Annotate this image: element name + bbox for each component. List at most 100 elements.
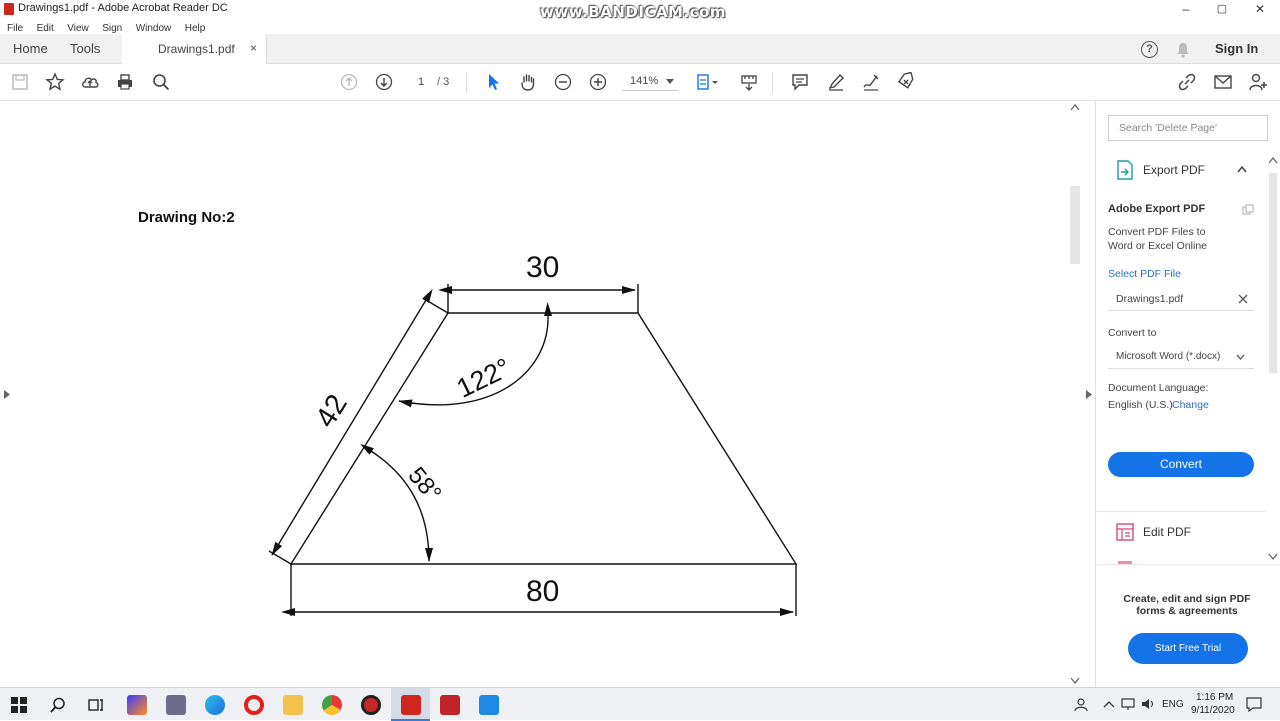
change-language-link[interactable]: Change [1172, 399, 1209, 411]
document-scrollbar[interactable] [1068, 101, 1082, 687]
bottom-dimension-label: 80 [526, 575, 560, 608]
title-bar: Drawings1.pdf - Adobe Acrobat Reader DC … [0, 0, 1280, 21]
bandicam-record-icon[interactable] [361, 695, 381, 715]
notifications-icon[interactable] [1246, 697, 1262, 712]
minimize-button[interactable]: – [1168, 0, 1204, 18]
right-panel-collapse[interactable] [1082, 101, 1096, 687]
chevron-up-icon[interactable] [1103, 700, 1115, 708]
highlight-pen-icon[interactable] [824, 70, 848, 94]
side-extension-top [425, 299, 449, 314]
zoom-out-icon[interactable] [551, 70, 575, 94]
chevron-up-icon[interactable] [1237, 166, 1247, 173]
language-indicator[interactable]: ENG [1162, 699, 1184, 710]
fit-page-icon[interactable] [692, 70, 722, 94]
previous-page-icon[interactable] [337, 70, 361, 94]
selected-file-field[interactable]: Drawings1.pdf [1108, 287, 1254, 311]
adobe-export-heading: Adobe Export PDF [1108, 203, 1206, 215]
bell-icon[interactable] [1175, 42, 1191, 58]
clock-time[interactable]: 1:16 PM [1196, 692, 1233, 703]
close-tab-button[interactable]: × [250, 41, 257, 55]
promo-text: Create, edit and sign PDF forms & agreem… [1123, 593, 1251, 617]
toolbar: 1 / 3 141% [0, 64, 1280, 101]
left-panel-toggle-icon[interactable] [4, 390, 10, 399]
chrome-browser-icon[interactable] [322, 695, 342, 715]
document-tab-label: Drawings1.pdf [158, 42, 235, 56]
volume-icon[interactable] [1141, 698, 1155, 710]
zoom-in-icon[interactable] [586, 70, 610, 94]
export-pdf-icon [1117, 160, 1133, 180]
scrollbar-thumb[interactable] [1070, 186, 1080, 264]
convert-format-select[interactable]: Microsoft Word (*.docx) [1108, 345, 1254, 369]
scroll-up-icon[interactable] [1268, 157, 1278, 164]
tool-search-input[interactable]: Search 'Delete Page' [1108, 115, 1268, 141]
tools-pane: Search 'Delete Page' Export PDF Adobe Ex… [1096, 101, 1280, 687]
task-view-icon[interactable] [88, 697, 104, 713]
acrobat-taskbar-button[interactable] [391, 688, 430, 721]
window-title: Drawings1.pdf - Adobe Acrobat Reader DC [18, 2, 228, 14]
sign-in-button[interactable]: Sign In [1215, 34, 1258, 64]
search-icon[interactable] [149, 70, 173, 94]
next-page-icon[interactable] [372, 70, 396, 94]
convert-to-label: Convert to [1108, 327, 1157, 339]
convert-button[interactable]: Convert [1108, 452, 1254, 477]
tab-document[interactable]: Drawings1.pdf × [122, 34, 267, 64]
close-window-button[interactable]: ✕ [1242, 0, 1278, 18]
page-number-input[interactable]: 1 [408, 74, 434, 90]
edit-pdf-tool[interactable]: Edit PDF [1143, 525, 1191, 539]
maximize-button[interactable]: ▢ [1204, 0, 1240, 18]
document-language-label: Document Language: [1108, 382, 1209, 394]
hand-tool-icon[interactable] [516, 70, 540, 94]
edge-browser-icon[interactable] [205, 695, 225, 715]
help-icon[interactable]: ? [1141, 41, 1158, 58]
scrollbar-thumb[interactable] [1269, 173, 1277, 373]
tab-home[interactable]: Home [13, 34, 48, 64]
email-icon[interactable] [1211, 70, 1235, 94]
copy-icon[interactable] [1242, 204, 1254, 215]
select-pdf-label: Select PDF File [1108, 268, 1181, 280]
start-free-trial-button[interactable]: Start Free Trial [1128, 633, 1248, 664]
side-extension-bottom [268, 550, 292, 565]
taskbar-search-icon[interactable] [50, 697, 66, 713]
document-language-value: English (U.S.) [1108, 399, 1173, 411]
cloud-upload-icon[interactable] [78, 70, 102, 94]
acrobat-app-icon [4, 3, 14, 15]
page-total: / 3 [437, 76, 450, 88]
taskbar-app-icon[interactable] [127, 695, 147, 715]
people-icon[interactable] [1074, 698, 1088, 712]
clock-date[interactable]: 9/11/2020 [1191, 705, 1235, 716]
comment-icon[interactable] [788, 70, 812, 94]
taskbar-app-icon[interactable] [166, 695, 186, 715]
network-icon[interactable] [1121, 698, 1135, 710]
side-dimension-line [271, 288, 433, 556]
export-pdf-title[interactable]: Export PDF [1143, 163, 1205, 177]
scroll-up-icon[interactable] [1070, 104, 1080, 111]
add-user-icon[interactable] [1246, 70, 1270, 94]
chevron-down-icon [1236, 354, 1245, 360]
left-panel-strip [0, 101, 14, 687]
link-icon[interactable] [1175, 70, 1199, 94]
scrolling-mode-icon[interactable] [737, 70, 761, 94]
autocad-icon[interactable] [440, 695, 460, 715]
draw-signature-icon[interactable] [859, 70, 883, 94]
chevron-down-icon [666, 79, 674, 84]
tab-tools[interactable]: Tools [70, 34, 100, 64]
tab-bar: Home Tools Drawings1.pdf × ? Sign In [0, 34, 1280, 64]
right-panel-toggle-icon[interactable] [1086, 390, 1092, 399]
print-icon[interactable] [113, 70, 137, 94]
tag-share-icon[interactable] [894, 70, 918, 94]
scroll-down-icon[interactable] [1070, 677, 1080, 684]
windows-start-icon[interactable] [11, 697, 27, 713]
remove-file-icon[interactable] [1238, 294, 1248, 304]
save-icon[interactable] [8, 70, 32, 94]
file-explorer-icon[interactable] [283, 695, 303, 715]
tools-pane-scrollbar[interactable] [1266, 155, 1280, 565]
document-viewer: Drawing No:2 30 80 42 122° 58° [0, 101, 1082, 687]
scroll-down-icon[interactable] [1268, 553, 1278, 560]
toolbar-divider [772, 72, 773, 94]
star-icon[interactable] [43, 70, 67, 94]
zoom-select[interactable]: 141% [622, 73, 678, 91]
opera-browser-icon[interactable] [244, 695, 264, 715]
windows-taskbar: ENG 1:16 PM 9/11/2020 [0, 687, 1280, 721]
select-cursor-icon[interactable] [481, 70, 505, 94]
taskbar-app-icon[interactable] [479, 695, 499, 715]
